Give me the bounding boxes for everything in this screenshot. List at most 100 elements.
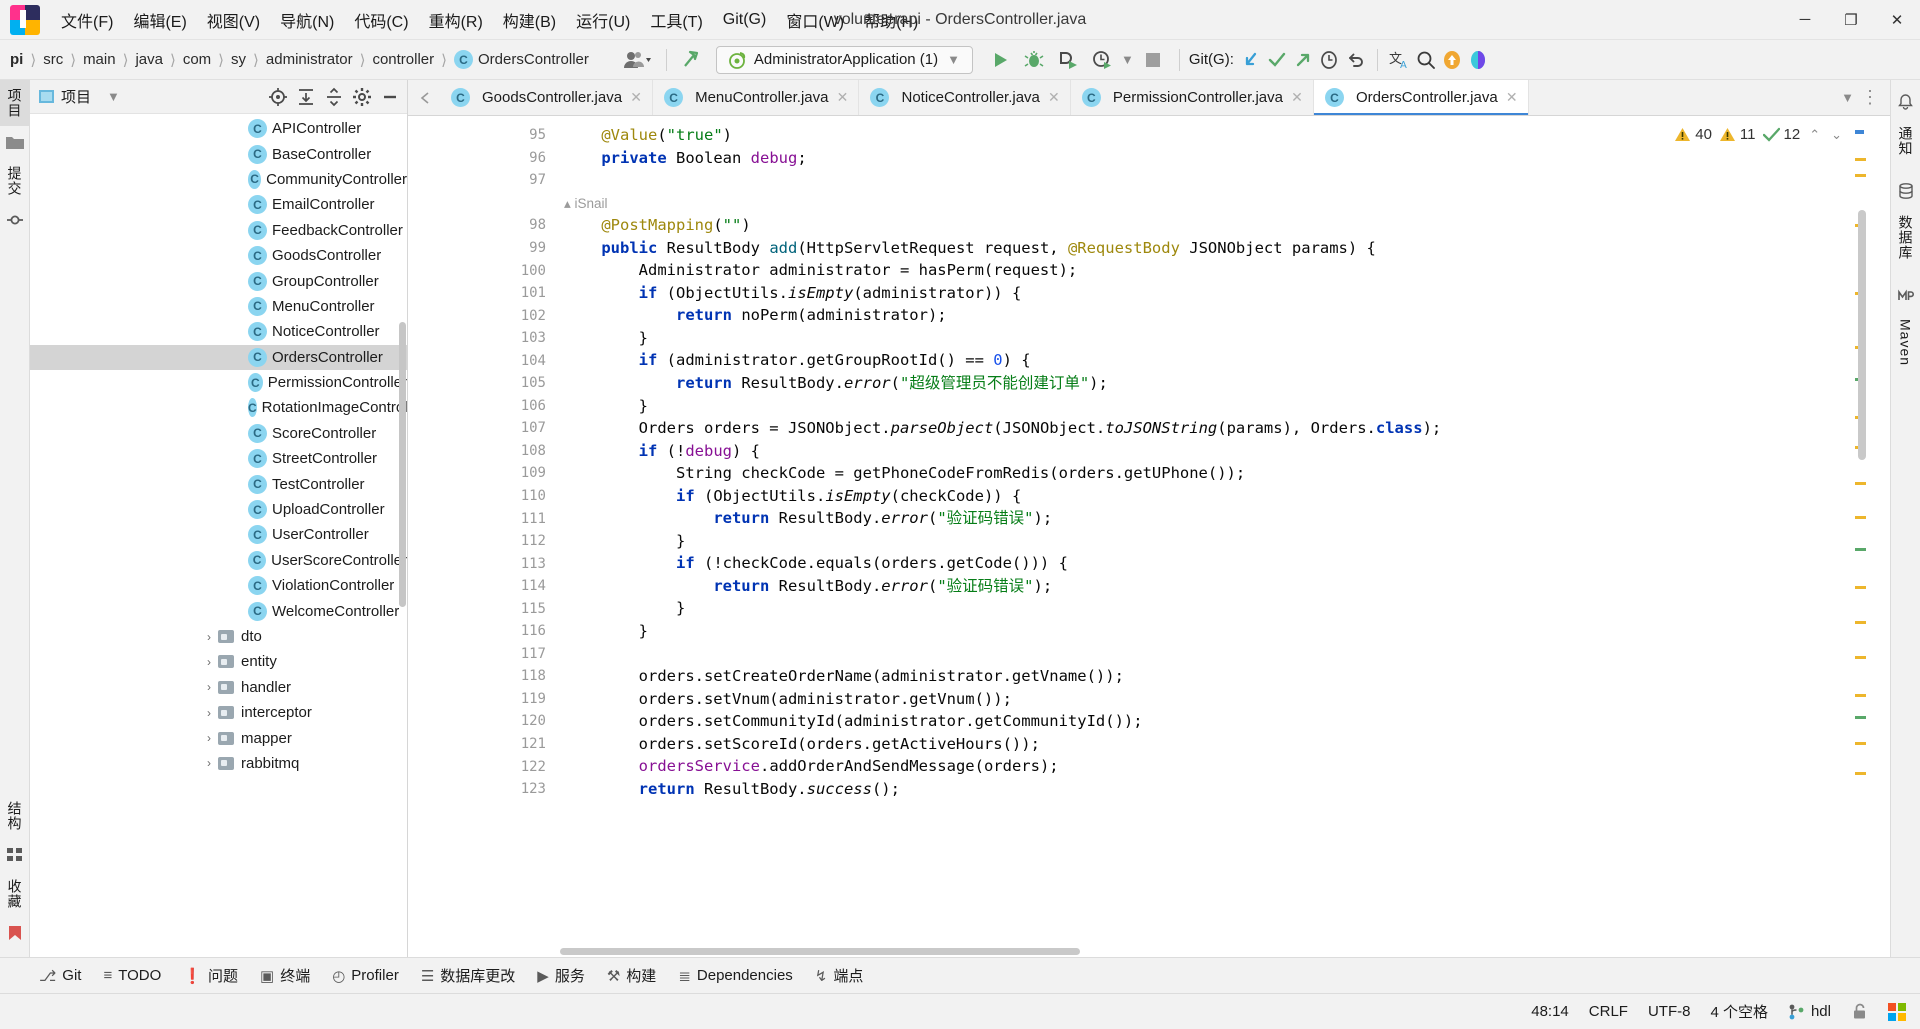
tab-list-left-icon[interactable]	[412, 85, 438, 111]
menu-git[interactable]: Git(G)	[714, 6, 776, 34]
gutter-line-number[interactable]: 102	[408, 304, 558, 327]
tree-item-folder[interactable]: › dto	[30, 624, 407, 649]
breadcrumb-item-4[interactable]: com	[179, 49, 215, 70]
indent-setting[interactable]: 4 个空格	[1710, 1001, 1768, 1022]
close-icon[interactable]: ✕	[1047, 89, 1061, 106]
tree-item-class[interactable]: C NoticeController	[30, 319, 407, 344]
gutter-line-number[interactable]: 119	[408, 688, 558, 711]
code-line[interactable]: return ResultBody.success();	[558, 778, 1890, 801]
minimize-button[interactable]: ─	[1782, 0, 1828, 40]
gutter-line-number[interactable]: 95	[408, 124, 558, 147]
tree-item-class[interactable]: C EmailController	[30, 192, 407, 217]
git-history-icon[interactable]	[1316, 47, 1342, 73]
gutter-line-number[interactable]: 98	[408, 214, 558, 237]
tree-item-class[interactable]: C WelcomeController	[30, 598, 407, 623]
code-line[interactable]: }	[558, 395, 1890, 418]
warning-count[interactable]: 11	[1719, 126, 1756, 143]
chevron-right-icon[interactable]: ›	[200, 731, 218, 745]
ai-assistant-icon[interactable]	[1465, 47, 1491, 73]
menu-refactor[interactable]: 重构(R)	[420, 3, 492, 37]
code-line[interactable]: return noPerm(administrator);	[558, 304, 1890, 327]
gutter-line-number[interactable]: 96	[408, 147, 558, 170]
project-tree[interactable]: C APIController C BaseController C CommunityC…	[30, 114, 407, 957]
breadcrumb-item-7[interactable]: controller	[368, 49, 438, 70]
structure-icon[interactable]	[4, 844, 26, 866]
code-line[interactable]: public ResultBody add(HttpServletRequest…	[558, 237, 1890, 260]
tree-item-class[interactable]: C CommunityController	[30, 167, 407, 192]
code-line[interactable]	[558, 169, 1890, 192]
tool-window-project[interactable]: 项目	[0, 80, 30, 126]
expand-all-icon[interactable]	[293, 84, 319, 110]
commit-node-icon[interactable]	[4, 209, 26, 231]
project-tree-scrollbar[interactable]	[399, 322, 406, 607]
breadcrumb-item-file[interactable]: C OrdersController	[450, 48, 593, 71]
code-line[interactable]: }	[558, 620, 1890, 643]
tree-item-class[interactable]: C BaseController	[30, 141, 407, 166]
bottom-tool-problems[interactable]: ❗ 问题	[174, 961, 247, 990]
tab-more-options-icon[interactable]: ⋮	[1859, 87, 1881, 108]
gutter-line-number[interactable]: 103	[408, 327, 558, 350]
bottom-tool-profiler[interactable]: ◴ Profiler	[323, 961, 408, 990]
menu-code[interactable]: 代码(C)	[345, 3, 417, 37]
inspection-widget[interactable]: 40 11 12 ⌃ ⌄	[1674, 126, 1844, 143]
breadcrumb-item-2[interactable]: main	[79, 49, 120, 70]
hide-panel-icon[interactable]	[377, 84, 403, 110]
tool-window-structure[interactable]: 结构	[0, 793, 30, 839]
gutter-line-number[interactable]: 121	[408, 733, 558, 756]
stop-button[interactable]	[1136, 47, 1170, 73]
code-line[interactable]: return ResultBody.error("验证码错误");	[558, 575, 1890, 598]
close-icon[interactable]: ✕	[1505, 89, 1519, 106]
gutter-line-number[interactable]: 117	[408, 643, 558, 666]
code-line[interactable]: Orders orders = JSONObject.parseObject(J…	[558, 417, 1890, 440]
editor-tab[interactable]: C MenuController.java ✕	[653, 80, 860, 115]
bottom-tool-git[interactable]: ⎇ Git	[30, 961, 90, 990]
gutter-line-number[interactable]: 97	[408, 169, 558, 192]
run-button[interactable]	[983, 47, 1017, 73]
chevron-right-icon[interactable]: ›	[200, 756, 218, 770]
tree-item-folder[interactable]: › rabbitmq	[30, 751, 407, 776]
code-line[interactable]: }	[558, 327, 1890, 350]
tab-overflow-icon[interactable]: ▼	[1839, 90, 1856, 105]
breadcrumb-item-3[interactable]: java	[131, 49, 167, 70]
gutter-line-number[interactable]: 111	[408, 507, 558, 530]
database-icon[interactable]	[1895, 180, 1917, 202]
menu-run[interactable]: 运行(U)	[567, 3, 639, 37]
code-line[interactable]: orders.setCreateOrderName(administrator.…	[558, 665, 1890, 688]
tool-window-database[interactable]: 数据库	[1891, 207, 1920, 268]
maximize-button[interactable]: ❐	[1828, 0, 1874, 40]
menu-edit[interactable]: 编辑(E)	[124, 3, 195, 37]
bottom-tool-database-changes[interactable]: ☰ 数据库更改	[412, 961, 524, 990]
chevron-right-icon[interactable]: ›	[200, 655, 218, 669]
code-content[interactable]: @Value("true") private Boolean debug; ▴ i…	[558, 116, 1890, 957]
more-run-actions-icon[interactable]: ▼	[1119, 52, 1136, 67]
menu-build[interactable]: 构建(B)	[494, 3, 565, 37]
maven-icon[interactable]	[1895, 284, 1917, 306]
code-line[interactable]: ▴ iSnail	[558, 192, 1890, 215]
bottom-tool-todo[interactable]: ≡ TODO	[94, 961, 170, 990]
gutter-line-number[interactable]: 123	[408, 778, 558, 801]
close-icon[interactable]: ✕	[835, 89, 849, 106]
code-line[interactable]: }	[558, 597, 1890, 620]
bottom-tool-endpoints[interactable]: ↯ 端点	[806, 961, 873, 990]
gutter-line-number[interactable]: 99	[408, 237, 558, 260]
code-line[interactable]: orders.setScoreId(orders.getActiveHours(…	[558, 733, 1890, 756]
menu-navigate[interactable]: 导航(N)	[271, 3, 343, 37]
breadcrumb-item-5[interactable]: sy	[227, 49, 250, 70]
git-push-icon[interactable]	[1290, 47, 1316, 73]
bottom-tool-services[interactable]: ▶ 服务	[528, 961, 594, 990]
tree-item-class[interactable]: C StreetController	[30, 446, 407, 471]
bookmark-icon[interactable]	[4, 922, 26, 944]
gutter-line-number[interactable]: 116	[408, 620, 558, 643]
profile-button[interactable]	[1085, 47, 1119, 73]
editor-tab[interactable]: C NoticeController.java ✕	[859, 80, 1071, 115]
windows-logo-icon[interactable]	[1888, 1002, 1906, 1021]
tool-window-maven[interactable]: Maven	[1893, 311, 1919, 374]
run-with-coverage-button[interactable]	[1051, 47, 1085, 73]
gutter-line-number[interactable]: 108	[408, 440, 558, 463]
code-line[interactable]: return ResultBody.error("验证码错误");	[558, 507, 1890, 530]
close-button[interactable]: ✕	[1874, 0, 1920, 40]
tree-item-class[interactable]: C GroupController	[30, 268, 407, 293]
gutter-line-number[interactable]: 113	[408, 552, 558, 575]
code-line[interactable]: }	[558, 530, 1890, 553]
gutter-line-number[interactable]: 101	[408, 282, 558, 305]
